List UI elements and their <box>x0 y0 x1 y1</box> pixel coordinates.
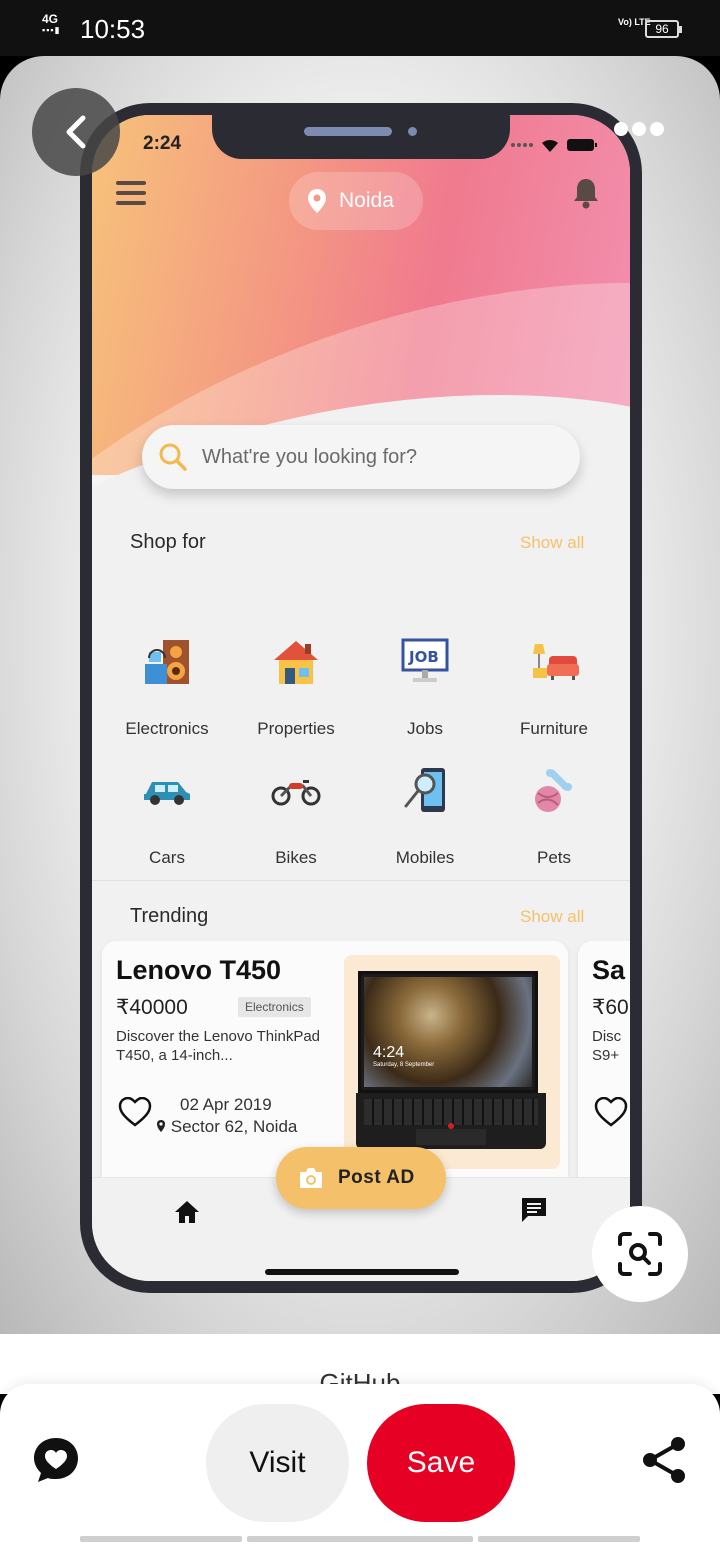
dot-icon <box>632 122 646 136</box>
scroll-hint <box>478 1536 640 1542</box>
category-label: Furniture <box>519 719 589 738</box>
dot-icon <box>650 122 664 136</box>
sofa-icon <box>533 644 579 680</box>
category-label: Jobs <box>407 719 443 738</box>
location-pin-icon <box>157 1120 165 1132</box>
bell-icon[interactable] <box>572 177 600 209</box>
electronics-icon <box>145 640 189 684</box>
house-icon <box>274 641 318 684</box>
ios-status-icons <box>510 137 598 153</box>
phone-mockup: 2:24 Noida What're you looking for? Shop… <box>80 103 642 1293</box>
trending-card[interactable]: Sa ₹60 Disc S9+ <box>578 941 630 1191</box>
visit-button[interactable]: Visit <box>206 1404 349 1522</box>
category-mobiles[interactable]: Mobiles <box>365 756 485 868</box>
category-jobs[interactable]: JOB Jobs <box>365 627 485 739</box>
more-options-button[interactable] <box>614 122 664 136</box>
home-indicator <box>265 1269 459 1275</box>
card-description: Disc S9+ <box>592 1028 622 1064</box>
mobile-search-icon <box>404 768 445 812</box>
card-price: ₹40000 <box>116 996 188 1019</box>
motorbike-icon <box>271 780 321 806</box>
hero-background <box>92 115 630 475</box>
card-thumbnail: 4:24 Saturday, 8 September <box>344 955 560 1169</box>
battery-icon <box>567 139 597 151</box>
category-pets[interactable]: Pets <box>494 756 614 868</box>
battery-indicator: 96 <box>645 20 682 38</box>
car-icon <box>144 782 190 805</box>
search-placeholder: What're you looking for? <box>202 445 418 468</box>
lens-search-icon <box>618 1232 662 1276</box>
scroll-hint <box>80 1536 242 1542</box>
status-bar: 4G ▪▪▪▮ 10:53 Vo) LTE 96 <box>0 0 720 56</box>
card-location: Sector 62, Noida <box>156 1117 297 1137</box>
location-label: Noida <box>339 189 394 212</box>
search-bar[interactable]: What're you looking for? <box>142 425 580 489</box>
category-cars[interactable]: Cars <box>107 756 227 868</box>
signal-dots-icon <box>511 143 533 147</box>
hamburger-menu-icon[interactable] <box>116 179 146 207</box>
category-label: Properties <box>257 719 335 738</box>
app-screen: 2:24 Noida What're you looking for? Shop… <box>92 115 630 1281</box>
card-title: Lenovo T450 <box>116 955 282 985</box>
save-button[interactable]: Save <box>367 1404 515 1522</box>
card-price: ₹60 <box>592 996 629 1019</box>
laptop-date: Saturday, 8 September <box>373 1062 435 1068</box>
category-label: Mobiles <box>395 848 455 867</box>
shop-for-title: Shop for <box>130 531 206 553</box>
chevron-left-icon <box>66 115 86 149</box>
visual-search-button[interactable] <box>592 1206 688 1302</box>
trending-title: Trending <box>130 905 209 927</box>
shop-show-all-link[interactable]: Show all <box>520 533 584 553</box>
svg-text:JOB: JOB <box>408 648 439 666</box>
category-label: Pets <box>536 848 572 867</box>
card-description: Discover the Lenovo ThinkPad T450, a 14-… <box>116 1028 321 1064</box>
section-divider <box>92 880 630 881</box>
trending-show-all-link[interactable]: Show all <box>520 907 584 927</box>
card-category-tag: Electronics <box>238 997 311 1017</box>
scroll-hint <box>247 1536 473 1542</box>
category-label: Cars <box>149 848 185 867</box>
home-icon[interactable] <box>174 1200 200 1224</box>
pet-toy-icon <box>535 769 572 812</box>
share-icon[interactable] <box>640 1436 688 1484</box>
back-button[interactable] <box>32 88 120 176</box>
category-properties[interactable]: Properties <box>236 627 356 739</box>
category-label: Electronics <box>125 719 209 738</box>
post-ad-button[interactable]: Post AD <box>276 1147 446 1209</box>
phone-notch <box>212 115 510 159</box>
category-label: Bikes <box>275 848 317 867</box>
location-selector[interactable]: Noida <box>289 172 423 230</box>
network-indicator: 4G ▪▪▪▮ <box>42 12 61 35</box>
wifi-icon <box>542 139 558 152</box>
search-icon <box>159 443 187 471</box>
ios-status-time: 2:24 <box>143 133 182 154</box>
heart-icon[interactable] <box>118 1097 152 1127</box>
post-ad-label: Post AD <box>338 1167 415 1188</box>
card-title: Sa <box>592 955 626 985</box>
pin-action-bar: Visit Save <box>0 1384 720 1544</box>
category-bikes[interactable]: Bikes <box>236 756 356 868</box>
laptop-screen: 4:24 Saturday, 8 September <box>358 971 538 1093</box>
camera-icon <box>300 1168 322 1188</box>
laptop-keyboard <box>356 1093 546 1149</box>
heart-icon[interactable] <box>594 1097 628 1127</box>
card-date: 02 Apr 2019 <box>180 1095 272 1114</box>
location-pin-icon <box>308 189 326 213</box>
category-furniture[interactable]: Furniture <box>494 627 614 739</box>
chat-icon[interactable] <box>520 1196 548 1224</box>
job-board-icon: JOB <box>401 638 449 682</box>
status-time: 10:53 <box>80 14 146 44</box>
dot-icon <box>614 122 628 136</box>
category-electronics[interactable]: Electronics <box>107 627 227 739</box>
laptop-clock: 4:24 <box>373 1044 405 1061</box>
react-heart-bubble-icon[interactable] <box>32 1436 80 1484</box>
